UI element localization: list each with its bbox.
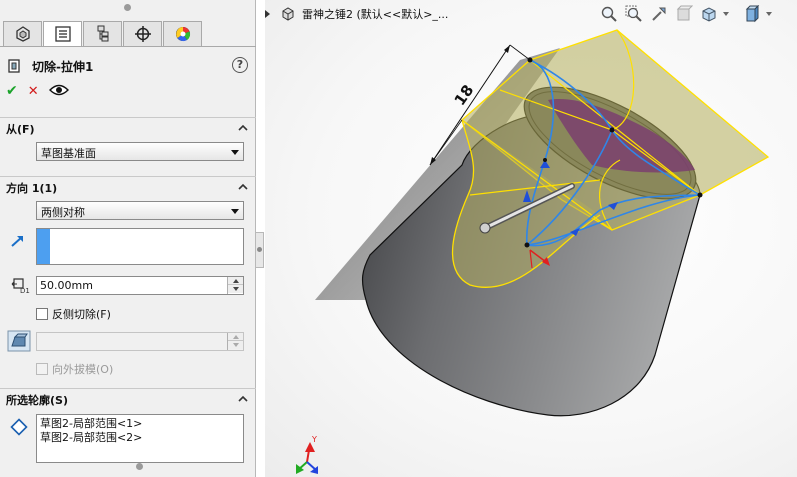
contours-section-label: 所选轮廓(S) xyxy=(6,394,68,407)
preview-button[interactable] xyxy=(48,84,69,99)
ok-button[interactable]: ✔ xyxy=(6,83,18,99)
feature-manager-icon xyxy=(15,26,30,42)
draft-step-up[interactable] xyxy=(228,333,243,341)
list-item[interactable]: 草图2-局部范围<1> xyxy=(37,417,243,431)
selected-contours-list[interactable]: 草图2-局部范围<1> 草图2-局部范围<2> xyxy=(36,414,244,463)
configuration-manager-icon xyxy=(97,25,108,42)
zoom-to-area-button[interactable] xyxy=(623,4,645,24)
chevron-down-icon[interactable] xyxy=(766,12,772,16)
draft-stepper[interactable] xyxy=(227,333,243,350)
active-selection-bar xyxy=(37,229,50,264)
triad-y-label: Y xyxy=(311,435,317,444)
part-name[interactable]: 雷神之锤2 (默认<<默认>_... xyxy=(302,6,448,22)
part-icon xyxy=(282,7,294,21)
eye-icon xyxy=(48,84,69,95)
help-icon[interactable]: ? xyxy=(232,57,248,73)
draft-angle-input[interactable] xyxy=(36,332,244,351)
start-condition-select[interactable]: 草图基准面 xyxy=(36,142,244,161)
tab-feature-manager[interactable] xyxy=(3,21,42,47)
dimxpert-icon xyxy=(134,26,151,42)
draft-icon[interactable] xyxy=(7,330,31,352)
feature-title: 切除-拉伸1 xyxy=(32,59,94,74)
direction1-section-label: 方向 1(1) xyxy=(6,182,58,195)
depth-step-up[interactable] xyxy=(228,277,243,285)
from-section-header[interactable]: 从(F) xyxy=(0,117,256,137)
view-orientation-icon xyxy=(702,7,716,22)
end-condition-value: 两侧对称 xyxy=(41,206,85,219)
dimension-value: 18 xyxy=(451,81,478,108)
start-condition-value: 草图基准面 xyxy=(41,147,96,160)
display-style-icon xyxy=(745,5,760,23)
chevron-right-icon[interactable] xyxy=(265,10,270,18)
section-view-button[interactable] xyxy=(673,4,695,24)
contour-selection-icon[interactable] xyxy=(10,418,28,436)
tab-dimxpert-manager[interactable] xyxy=(123,21,162,47)
collapse-icon[interactable] xyxy=(238,123,248,133)
cancel-button[interactable]: ✕ xyxy=(28,84,39,99)
zoom-to-area-icon xyxy=(625,5,642,22)
tab-divider xyxy=(0,46,256,47)
draft-outward-checkbox[interactable]: 向外拔模(O) xyxy=(36,361,113,377)
zoom-to-fit-icon xyxy=(601,6,617,22)
panel-collapse-handle[interactable] xyxy=(256,232,264,268)
flip-side-to-cut-checkbox[interactable]: 反侧切除(F) xyxy=(36,306,111,322)
solidworks-window: 切除-拉伸1 ? ✔ ✕ 从(F) 草图基准面 方向 1(1) 两侧对称 D1 … xyxy=(0,0,797,477)
flip-side-label: 反侧切除(F) xyxy=(52,308,111,321)
tab-property-manager[interactable] xyxy=(43,21,82,47)
direction-arrow-icon[interactable] xyxy=(10,234,26,248)
cut-extrude-icon xyxy=(8,59,20,73)
chevron-down-icon xyxy=(231,209,239,214)
collapse-icon[interactable] xyxy=(238,182,248,192)
property-manager-icon xyxy=(54,26,71,42)
collapse-icon[interactable] xyxy=(238,394,248,404)
chevron-down-icon xyxy=(231,150,239,155)
tab-configuration-manager[interactable] xyxy=(83,21,122,47)
action-buttons: ✔ ✕ xyxy=(6,83,69,99)
zoom-to-fit-button[interactable] xyxy=(598,4,620,24)
model-graphics[interactable]: 18 Y xyxy=(265,0,797,477)
depth-input[interactable]: 50.00mm xyxy=(36,276,244,295)
draft-outward-label: 向外拔模(O) xyxy=(52,363,114,376)
panel-grip-bottom[interactable] xyxy=(136,463,143,470)
svg-text:D1: D1 xyxy=(20,287,30,294)
direction1-section-header[interactable]: 方向 1(1) xyxy=(0,176,256,196)
chevron-down-icon[interactable] xyxy=(723,12,729,16)
heads-up-view-toolbar xyxy=(598,4,772,24)
from-section-label: 从(F) xyxy=(6,123,35,136)
list-item[interactable]: 草图2-局部范围<2> xyxy=(37,431,243,445)
display-style-button[interactable] xyxy=(741,4,763,24)
view-orientation-button[interactable] xyxy=(698,4,720,24)
flyout-feature-tree[interactable]: 雷神之锤2 (默认<<默认>_... xyxy=(265,6,448,22)
panel-grip-top[interactable] xyxy=(124,4,131,11)
manager-tabs xyxy=(3,21,203,47)
depth-value: 50.00mm xyxy=(40,279,93,292)
feature-title-row: 切除-拉伸1 ? xyxy=(8,57,248,75)
property-manager-panel: 切除-拉伸1 ? ✔ ✕ 从(F) 草图基准面 方向 1(1) 两侧对称 D1 … xyxy=(0,0,256,477)
flip-side-checkbox-box[interactable] xyxy=(36,308,48,320)
previous-view-icon xyxy=(652,7,666,21)
display-manager-icon xyxy=(175,27,190,42)
draft-step-down[interactable] xyxy=(228,341,243,349)
direction-reference-box[interactable] xyxy=(36,228,244,265)
previous-view-button[interactable] xyxy=(648,4,670,24)
draft-outward-checkbox-box[interactable] xyxy=(36,363,48,375)
depth-icon: D1 xyxy=(11,278,30,294)
contours-section-header[interactable]: 所选轮廓(S) xyxy=(0,388,256,408)
graphics-viewport[interactable]: 18 Y xyxy=(265,0,797,477)
tab-display-manager[interactable] xyxy=(163,21,202,47)
depth-stepper[interactable] xyxy=(227,277,243,294)
view-triad[interactable]: Y xyxy=(296,435,318,474)
end-condition-select[interactable]: 两侧对称 xyxy=(36,201,244,220)
depth-step-down[interactable] xyxy=(228,285,243,293)
section-view-icon xyxy=(676,5,693,21)
